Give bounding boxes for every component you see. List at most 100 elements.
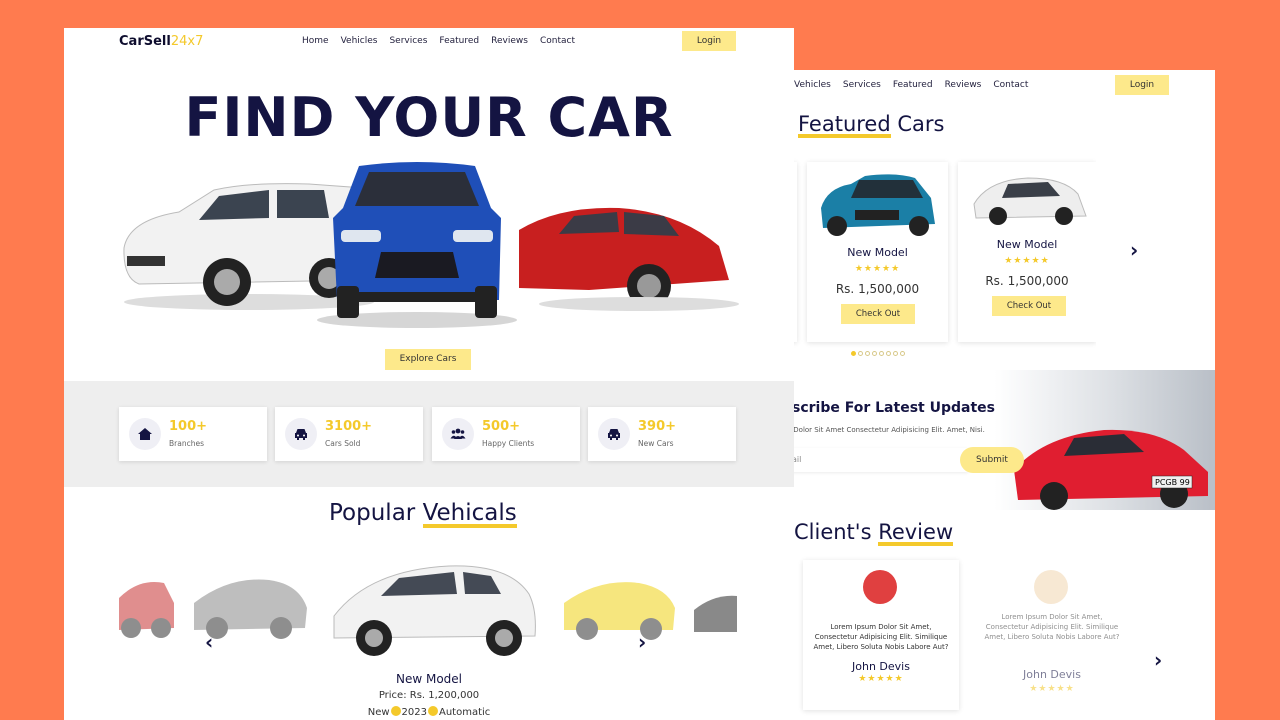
email-field[interactable]: ail [782,448,968,472]
nav-reviews[interactable]: Reviews [945,80,982,90]
logo-accent: 24x7 [170,34,204,49]
rating-stars-icon: ★★★★★ [854,264,901,274]
login-button-right[interactable]: Login [1115,75,1169,95]
title-highlight: Vehicals [422,500,517,528]
year-text: 2023 [401,707,427,718]
featured-cars-title: Featured Cars [798,112,944,138]
top-nav-right: Vehicles Services Featured Reviews Conta… [774,70,1215,100]
nav-contact[interactable]: Contact [993,80,1028,90]
car-icon [285,418,317,450]
landing-page-right: Vehicles Services Featured Reviews Conta… [774,70,1215,720]
avatar [1034,570,1068,604]
carousel-dot[interactable] [858,351,863,356]
stat-label: Happy Clients [482,439,535,448]
car-model: New Model [996,238,1058,251]
stat-value: 390+ [638,419,677,434]
check-out-button[interactable]: Check Out [992,296,1066,316]
popular-model-price: Price: Rs. 1,200,000 [378,690,480,701]
nav-contact[interactable]: Contact [540,36,575,46]
login-button[interactable]: Login [682,31,736,51]
chevron-right-icon[interactable]: › [1130,238,1138,262]
carousel-dot[interactable] [886,351,891,356]
car-image [973,177,1087,225]
review-card: Lorem Ipsum Dolor Sit Amet, Consectetur … [974,560,1130,710]
condition-text: New [367,707,390,718]
logo-text: CarSell [119,34,171,49]
chevron-left-icon[interactable]: ‹ [205,630,213,654]
nav-vehicles[interactable]: Vehicles [341,36,378,46]
subscribe-title: bscribe For Latest Updates [782,400,995,416]
car-price: Rs. 1,500,000 [985,274,1069,288]
stat-label: Branches [169,439,204,448]
transmission-text: Automatic [438,707,491,718]
stat-card-cars-sold: 3100+ Cars Sold [275,407,423,461]
license-plate: PCGB 99 [1155,478,1190,487]
carousel-dot[interactable] [900,351,905,356]
title-highlight: Review [878,520,954,546]
nav-featured[interactable]: Featured [893,80,933,90]
subscribe-text: m, Dolor Sit Amet Consectetur Adipisicin… [782,426,985,434]
stats-section: 100+ Branches 3100+ Cars Sold 500+ Happy… [64,381,794,487]
popular-model-name: New Model [395,672,463,686]
carousel-mask [1096,150,1215,350]
review-card: Lorem Ipsum Dolor Sit Amet, Consectetur … [803,560,959,710]
reviewer-name: John Devis [852,660,910,673]
nav-links-right: Vehicles Services Featured Reviews Conta… [794,80,1028,90]
client-review-title: Client's Review [794,520,954,546]
hero-cars-image [123,162,739,328]
stat-card-branches: 100+ Branches [119,407,267,461]
stat-card-happy-clients: 500+ Happy Clients [432,407,580,461]
submit-button[interactable]: Submit [960,447,1024,473]
stat-value: 100+ [169,419,208,434]
title-part: Popular [329,500,423,526]
top-nav: CarSell24x7 Home Vehicles Services Featu… [64,28,794,58]
dot-icon [390,706,401,716]
users-icon [442,418,474,450]
carousel-dot[interactable] [865,351,870,356]
nav-home[interactable]: Home [302,36,329,46]
sports-car-image: PCGB 99 [1014,429,1208,510]
site-logo[interactable]: CarSell24x7 [119,34,203,49]
chevron-right-icon[interactable]: › [638,630,646,654]
carousel-dot[interactable] [851,351,856,356]
featured-card: New Model ★★★★★ Rs. 1,500,000 Check Out [958,162,1096,342]
carousel-dot[interactable] [879,351,884,356]
rating-stars-icon: ★★★★★ [1029,684,1075,694]
chevron-right-icon[interactable]: › [1154,648,1162,672]
nav-services[interactable]: Services [843,80,881,90]
reviewer-name: John Devis [1023,668,1081,681]
subscribe-background: PCGB 99 [774,370,1215,510]
carousel-dots [851,351,905,356]
nav-featured[interactable]: Featured [439,36,479,46]
dot-icon [427,706,438,716]
featured-card: New Model ★★★★★ Rs. 1,500,000 Check Out [807,162,948,342]
nav-vehicles[interactable]: Vehicles [794,80,831,90]
avatar [863,570,897,604]
title-part: Cars [890,112,945,136]
stat-value: 3100+ [325,419,373,434]
stat-label: New Cars [638,439,674,448]
stat-label: Cars Sold [325,439,361,448]
check-out-button[interactable]: Check Out [841,304,915,324]
stat-value: 500+ [482,419,521,434]
review-text: Lorem Ipsum Dolor Sit Amet, Consectetur … [813,623,949,651]
popular-model-meta: New 2023 Automatic [64,706,794,718]
rating-stars-icon: ★★★★★ [1004,256,1050,266]
nav-reviews[interactable]: Reviews [491,36,528,46]
carousel-dot[interactable] [893,351,898,356]
car-image [821,174,935,236]
carousel-dot[interactable] [872,351,877,356]
car-price: Rs. 1,500,000 [835,282,920,296]
nav-links: Home Vehicles Services Featured Reviews … [302,36,575,46]
car-icon [598,418,630,450]
car-model: New Model [847,246,908,259]
title-highlight: Featured [798,112,891,138]
popular-vehicles-title: Popular Vehicals [329,500,517,528]
review-text: Lorem Ipsum Dolor Sit Amet, Consectetur … [984,613,1120,641]
hero-title: FIND YOUR CAR [184,86,674,149]
nav-services[interactable]: Services [389,36,427,46]
home-icon [129,418,161,450]
title-part: Client's [794,520,879,544]
landing-page-left: CarSell24x7 Home Vehicles Services Featu… [64,28,794,720]
explore-cars-button[interactable]: Explore Cars [385,349,471,370]
